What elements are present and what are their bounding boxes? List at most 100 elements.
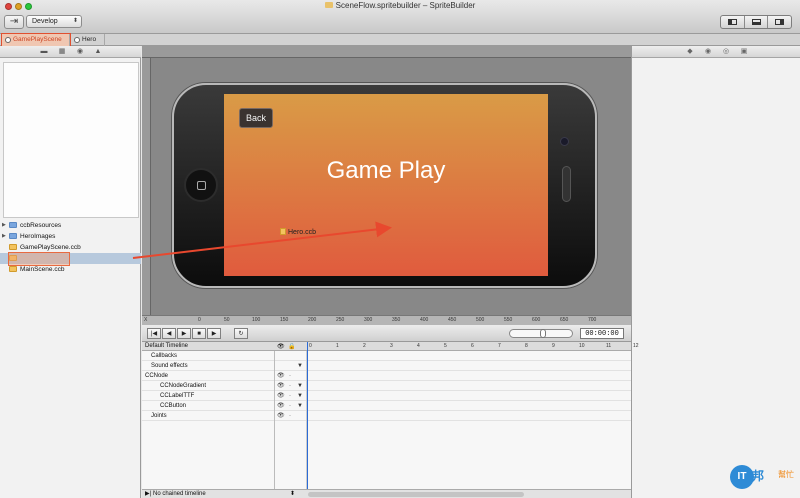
lock-toggle[interactable]: · — [289, 391, 291, 401]
close-tab-icon[interactable] — [74, 37, 80, 43]
timeline-row[interactable]: Callbacks — [142, 351, 631, 361]
ruler-tick: 350 — [392, 317, 401, 323]
timeline-row-label: Sound effects — [151, 363, 188, 369]
warning-icon[interactable]: ▲ — [94, 48, 102, 55]
list-item-label: HeroImages — [20, 233, 56, 240]
disclosure-triangle-icon[interactable]: ▶ — [2, 231, 6, 242]
chevron-updown-icon: ⬍ — [290, 491, 296, 497]
timeline-footer: ▶| No chained timeline ⬍ — [142, 489, 631, 498]
timeline-tick: 7 — [498, 343, 501, 349]
timeline-tick: 9 — [552, 343, 555, 349]
tab-hero[interactable]: Hero — [71, 34, 105, 46]
timeline-row[interactable]: CCNode 👁 · — [142, 371, 631, 381]
annotation-highlight — [8, 252, 70, 266]
ruler-tick: 200 — [308, 317, 317, 323]
list-item[interactable]: ▶ HeroImages — [0, 231, 141, 242]
document-tab-bar: GamePlayScene Hero — [0, 33, 800, 47]
inspector-panel: ◆ ◉ ◎ ▣ — [631, 46, 800, 498]
step-back-button[interactable]: ◀ — [162, 328, 176, 339]
resource-panel-toolbar: ▬ ▦ ◉ ▲ — [0, 46, 141, 58]
ruler-tick: 500 — [476, 317, 485, 323]
publish-icon: ⇥ — [9, 16, 19, 27]
expand-icon[interactable]: ▼ — [297, 381, 303, 391]
folder-icon — [9, 233, 17, 239]
lock-toggle[interactable]: · — [289, 401, 291, 411]
timeline-row[interactable]: Sound effects ▼ — [142, 361, 631, 371]
timeline-ruler[interactable]: 0 1 2 3 4 5 6 7 8 9 10 11 12 — [307, 342, 639, 351]
lock-toggle[interactable]: · — [289, 371, 291, 381]
eye-icon[interactable]: 👁 — [277, 413, 285, 419]
slider-knob[interactable] — [540, 329, 546, 338]
timeline-row-label: CCLabelTTF — [160, 393, 195, 399]
lock-toggle[interactable]: · — [289, 411, 291, 421]
ruler-tick: 300 — [364, 317, 373, 323]
timeline-header: Default Timeline 👁 🔒 0 1 2 3 4 5 6 7 8 9 10 11 12 — [142, 342, 639, 351]
templates-icon[interactable]: ▣ — [740, 48, 748, 56]
lock-icon: 🔒 — [288, 344, 296, 350]
eye-icon[interactable]: 👁 — [277, 373, 285, 379]
list-item[interactable]: ▶ ccbResources — [0, 220, 141, 231]
timeline-tick: 1 — [336, 343, 339, 349]
playback-controls: |◀ ◀ ▶ ■ ▶ ↻ 00:00:00 — [142, 325, 631, 342]
timeline-row[interactable]: CCLabelTTF 👁 · ▼ — [142, 391, 631, 401]
timeline-tick: 12 — [633, 343, 639, 349]
tab-gameplayscene[interactable]: GamePlayScene — [1, 33, 71, 47]
lock-toggle[interactable]: · — [289, 381, 291, 391]
folder-icon[interactable]: ▬ — [40, 48, 48, 55]
scheme-label: Develop — [32, 18, 58, 25]
stop-button[interactable]: ■ — [192, 328, 206, 339]
grid-icon[interactable]: ▦ — [58, 48, 66, 55]
eye-icon[interactable]: 👁 — [277, 393, 285, 399]
close-tab-icon[interactable] — [5, 37, 11, 43]
timeline-tick: 0 — [309, 343, 312, 349]
eye-icon[interactable]: 👁 — [277, 383, 285, 389]
step-forward-button[interactable]: ▶ — [207, 328, 221, 339]
timeline-tick: 4 — [417, 343, 420, 349]
timeline-tick: 6 — [471, 343, 474, 349]
toggle-left-panel-button[interactable] — [721, 16, 745, 28]
properties-icon[interactable]: ◆ — [686, 48, 694, 56]
hero-node[interactable]: Hero.ccb — [280, 228, 316, 236]
component-icon[interactable]: ◉ — [76, 48, 84, 55]
chain-icon[interactable]: ▶| — [145, 490, 151, 498]
toggle-right-panel-button[interactable] — [768, 16, 791, 28]
expand-icon[interactable]: ▼ — [297, 401, 303, 411]
expand-icon[interactable]: ▼ — [297, 391, 303, 401]
back-button[interactable]: Back — [239, 108, 273, 128]
chained-timeline-select[interactable]: No chained timeline — [153, 490, 206, 498]
timecode-display: 00:00:00 — [580, 328, 624, 339]
ruler-tick: X — [144, 317, 148, 323]
home-button-icon — [184, 168, 218, 202]
timeline-row[interactable]: CCButton 👁 · ▼ — [142, 401, 631, 411]
timeline-zoom-slider[interactable] — [509, 329, 573, 338]
ruler-tick: 400 — [420, 317, 429, 323]
watermark-it: IT — [730, 465, 754, 489]
play-button[interactable]: ▶ — [177, 328, 191, 339]
timeline-row[interactable]: Joints 👁 · — [142, 411, 631, 421]
eye-icon[interactable]: 👁 — [277, 403, 285, 409]
timeline-panel: Default Timeline 👁 🔒 0 1 2 3 4 5 6 7 8 9 10 11 12 Ca… — [142, 342, 639, 489]
expand-icon[interactable]: ▼ — [297, 361, 303, 371]
ruler-tick: 700 — [588, 317, 597, 323]
rewind-start-button[interactable]: |◀ — [147, 328, 161, 339]
timeline-row-label: Callbacks — [151, 353, 178, 359]
disclosure-triangle-icon[interactable]: ▶ — [2, 220, 6, 231]
list-item-label: ccbResources — [20, 222, 62, 229]
column-divider[interactable] — [274, 351, 275, 489]
toggle-bottom-panel-button[interactable] — [745, 16, 769, 28]
timeline-row[interactable]: CCNodeGradient 👁 · ▼ — [142, 381, 631, 391]
playhead[interactable] — [307, 342, 308, 489]
game-play-label[interactable]: Game Play — [224, 157, 548, 185]
timeline-scrollbar[interactable] — [308, 492, 524, 497]
physics-icon[interactable]: ◎ — [722, 48, 730, 56]
loop-button[interactable]: ↻ — [234, 328, 248, 339]
timeline-tick: 10 — [579, 343, 585, 349]
timeline-tick: 3 — [390, 343, 393, 349]
timeline-select[interactable]: Default Timeline — [145, 342, 188, 351]
scheme-select[interactable]: Develop ⬍ — [26, 15, 82, 28]
window-title: SceneFlow.spritebuilder – SpriteBuilder — [0, 1, 800, 10]
publish-button[interactable]: ⇥ — [4, 15, 24, 29]
ccb-file-icon — [280, 228, 286, 235]
resource-preview — [3, 62, 139, 218]
code-connections-icon[interactable]: ◉ — [704, 48, 712, 56]
